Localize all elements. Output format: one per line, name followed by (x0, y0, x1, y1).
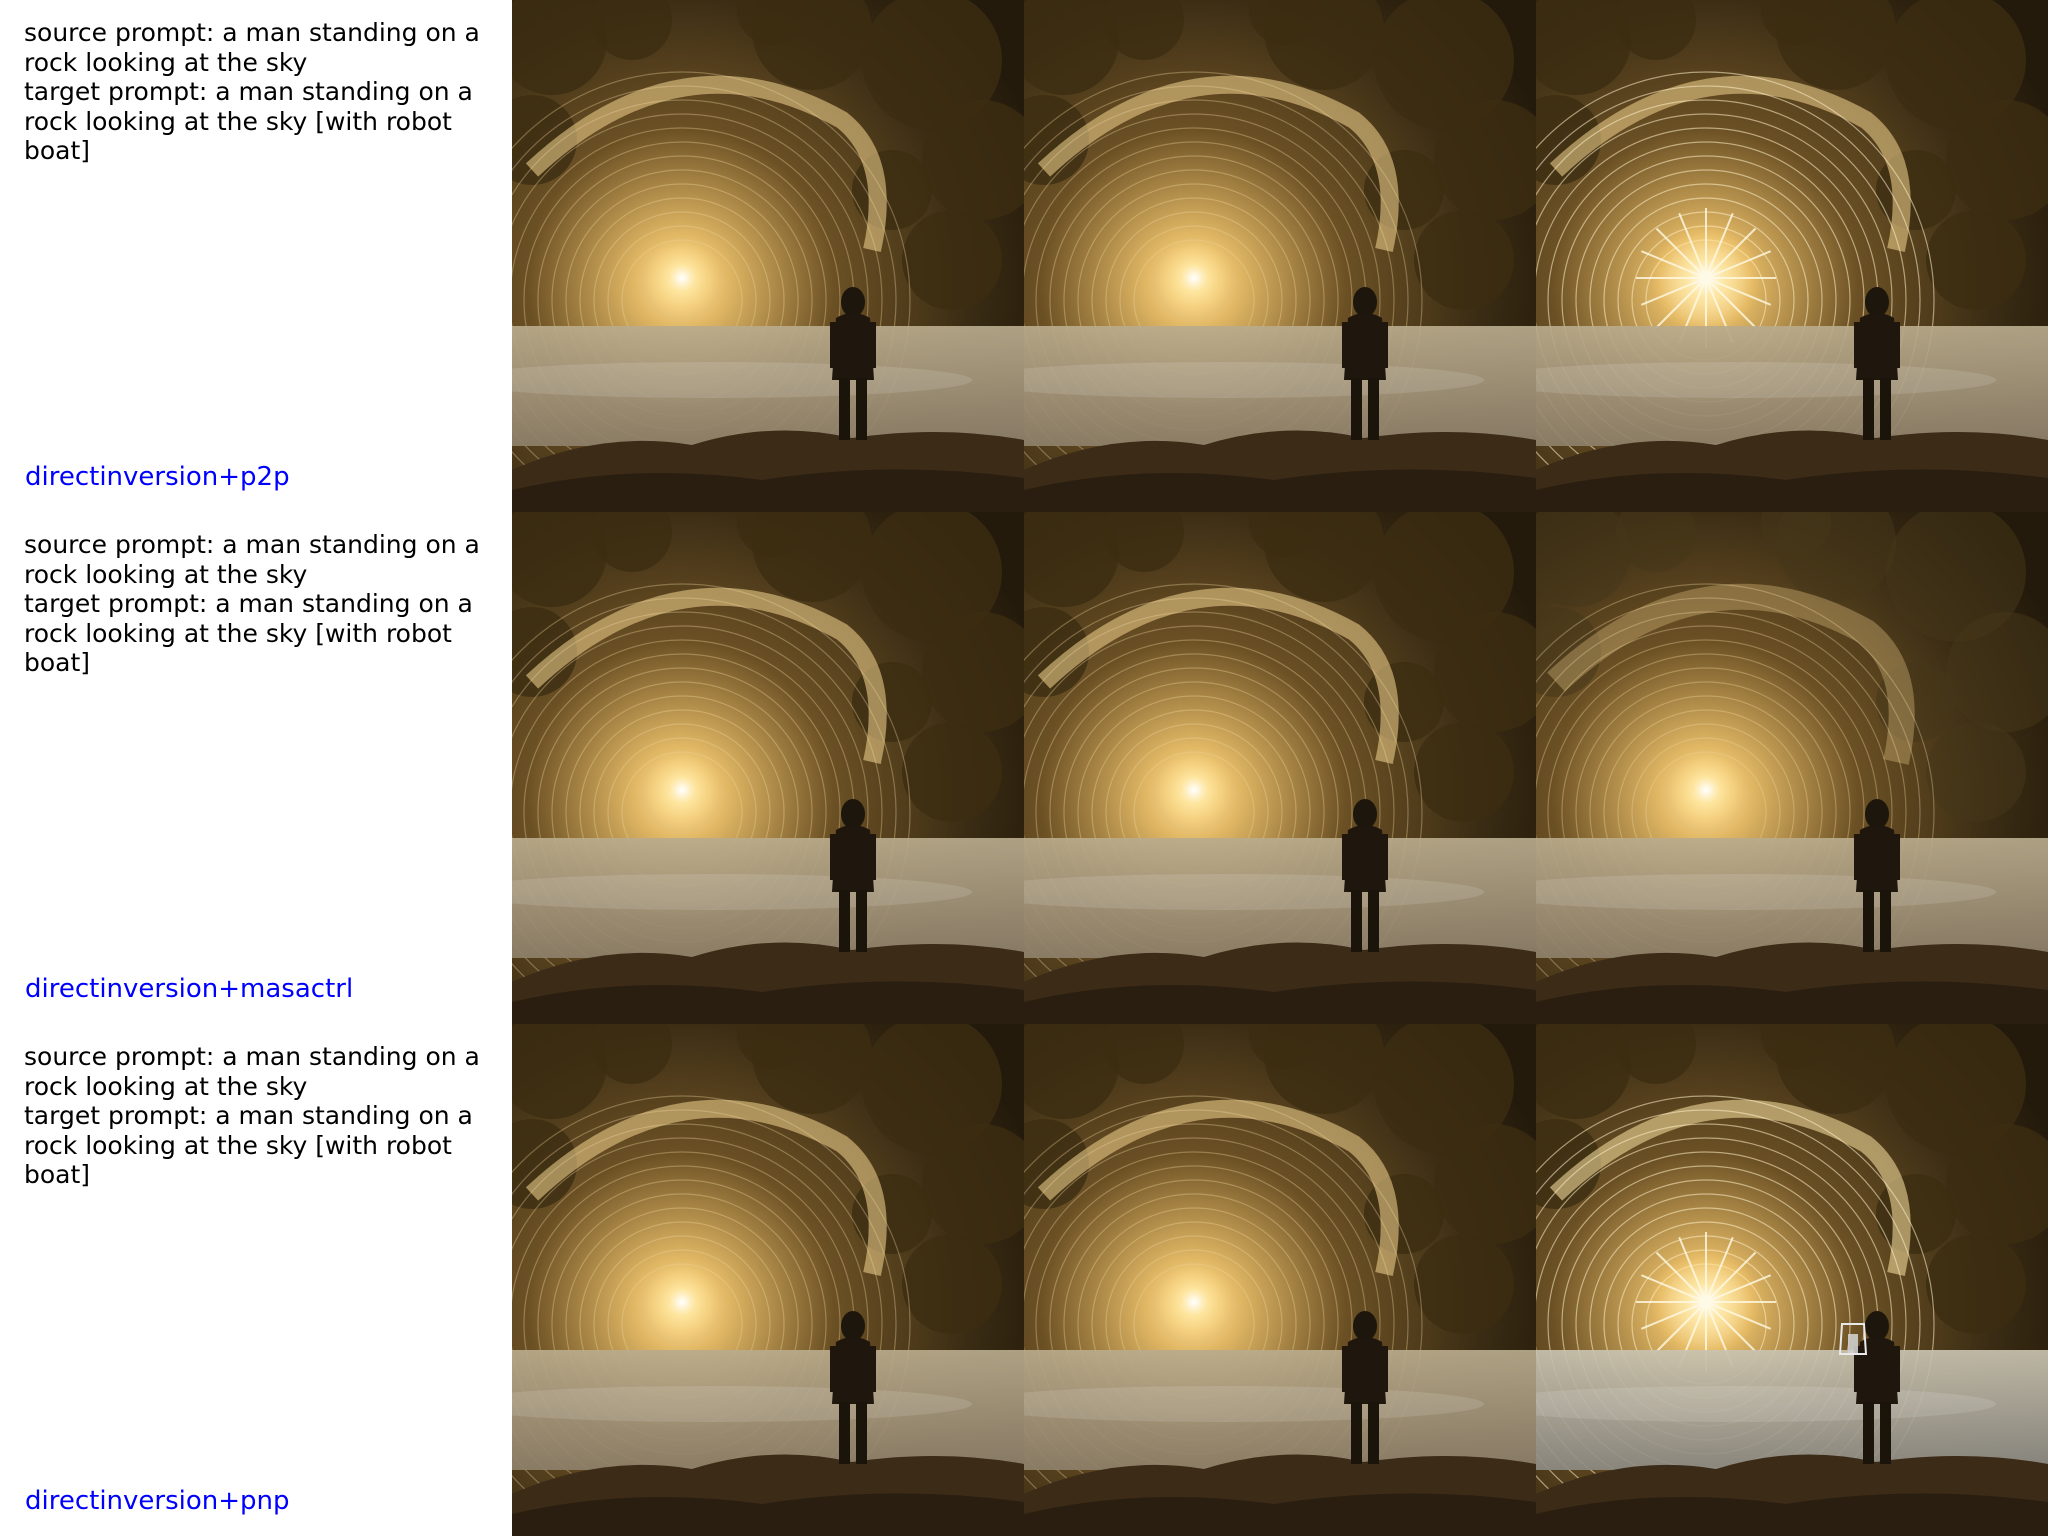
target-prompt: target prompt: a man standing on a rock … (24, 589, 481, 677)
target-prompt: target prompt: a man standing on a rock … (24, 77, 481, 165)
method-label: directinversion+masactrl (25, 974, 354, 1004)
source-prompt: source prompt: a man standing on a rock … (24, 530, 488, 589)
source-image (512, 1024, 1024, 1536)
row-label-panel: source prompt: a man standing on a rock … (0, 1024, 512, 1536)
method-label: directinversion+p2p (25, 462, 290, 492)
source-prompt: source prompt: a man standing on a rock … (24, 1042, 488, 1101)
method-label: directinversion+pnp (25, 1486, 290, 1516)
edited-image (1536, 1024, 2048, 1536)
source-image (512, 0, 1024, 512)
reconstructed-image (1024, 0, 1536, 512)
comparison-row: source prompt: a man standing on a rock … (0, 512, 2048, 1024)
edited-image (1536, 512, 2048, 1024)
comparison-row: source prompt: a man standing on a rock … (0, 1024, 2048, 1536)
source-image (512, 512, 1024, 1024)
comparison-grid: source prompt: a man standing on a rock … (0, 0, 2048, 1536)
edited-image (1536, 0, 2048, 512)
prompt-block: source prompt: a man standing on a rock … (24, 530, 494, 678)
reconstructed-image (1024, 1024, 1536, 1536)
source-prompt: source prompt: a man standing on a rock … (24, 18, 488, 77)
target-prompt: target prompt: a man standing on a rock … (24, 1101, 481, 1189)
row-label-panel: source prompt: a man standing on a rock … (0, 512, 512, 1024)
reconstructed-image (1024, 512, 1536, 1024)
prompt-block: source prompt: a man standing on a rock … (24, 18, 494, 166)
comparison-row: source prompt: a man standing on a rock … (0, 0, 2048, 512)
prompt-block: source prompt: a man standing on a rock … (24, 1042, 494, 1190)
row-label-panel: source prompt: a man standing on a rock … (0, 0, 512, 512)
